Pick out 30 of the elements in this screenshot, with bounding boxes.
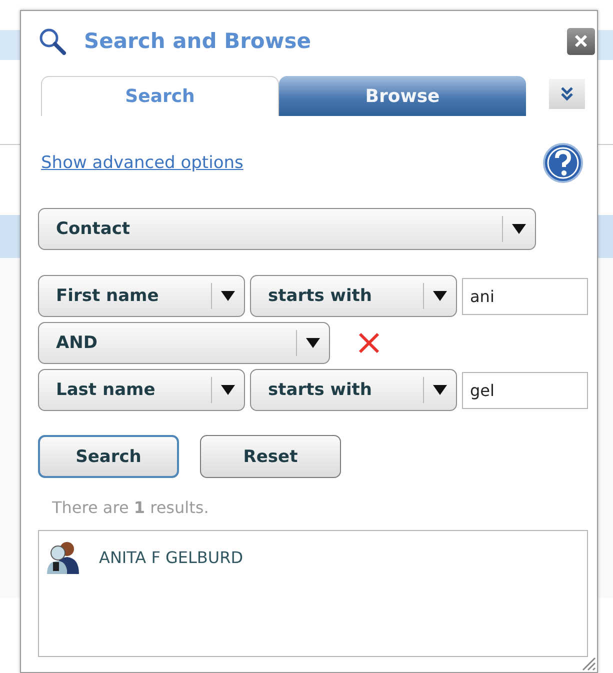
double-chevron-icon (560, 86, 574, 102)
caret-icon (221, 291, 235, 301)
caret-icon (306, 338, 320, 348)
dropdown[interactable]: Contact (38, 208, 536, 250)
dropdown[interactable]: AND (38, 322, 330, 364)
search-button[interactable]: Search (38, 435, 179, 478)
tab[interactable]: Browse (279, 76, 526, 116)
dropdown[interactable]: Last name (38, 369, 245, 411)
caret-icon (221, 385, 235, 395)
results-summary: There are 1 results. (52, 498, 210, 517)
contact-icon (45, 540, 81, 574)
dropdown[interactable]: starts with (250, 369, 457, 411)
collapse-button[interactable] (549, 79, 585, 109)
advanced-options-link[interactable]: Show advanced options (41, 153, 244, 173)
close-icon (574, 34, 588, 48)
result-name[interactable]: ANITA F GELBURD (99, 548, 244, 566)
dropdown[interactable]: First name (38, 275, 245, 317)
dialog-title: Search and Browse (84, 29, 312, 53)
dropdown[interactable]: starts with (250, 275, 457, 317)
remove-icon[interactable] (357, 331, 381, 355)
resize-grip-icon[interactable] (580, 655, 596, 671)
close-button[interactable] (567, 28, 595, 54)
reset-button[interactable]: Reset (200, 435, 341, 478)
input-field[interactable]: ani (462, 278, 588, 314)
search-icon (38, 27, 66, 55)
caret-icon (512, 224, 526, 234)
caret-icon (433, 291, 447, 301)
help-button[interactable] (542, 142, 584, 184)
caret-icon (433, 385, 447, 395)
input-field[interactable]: gel (462, 372, 588, 408)
